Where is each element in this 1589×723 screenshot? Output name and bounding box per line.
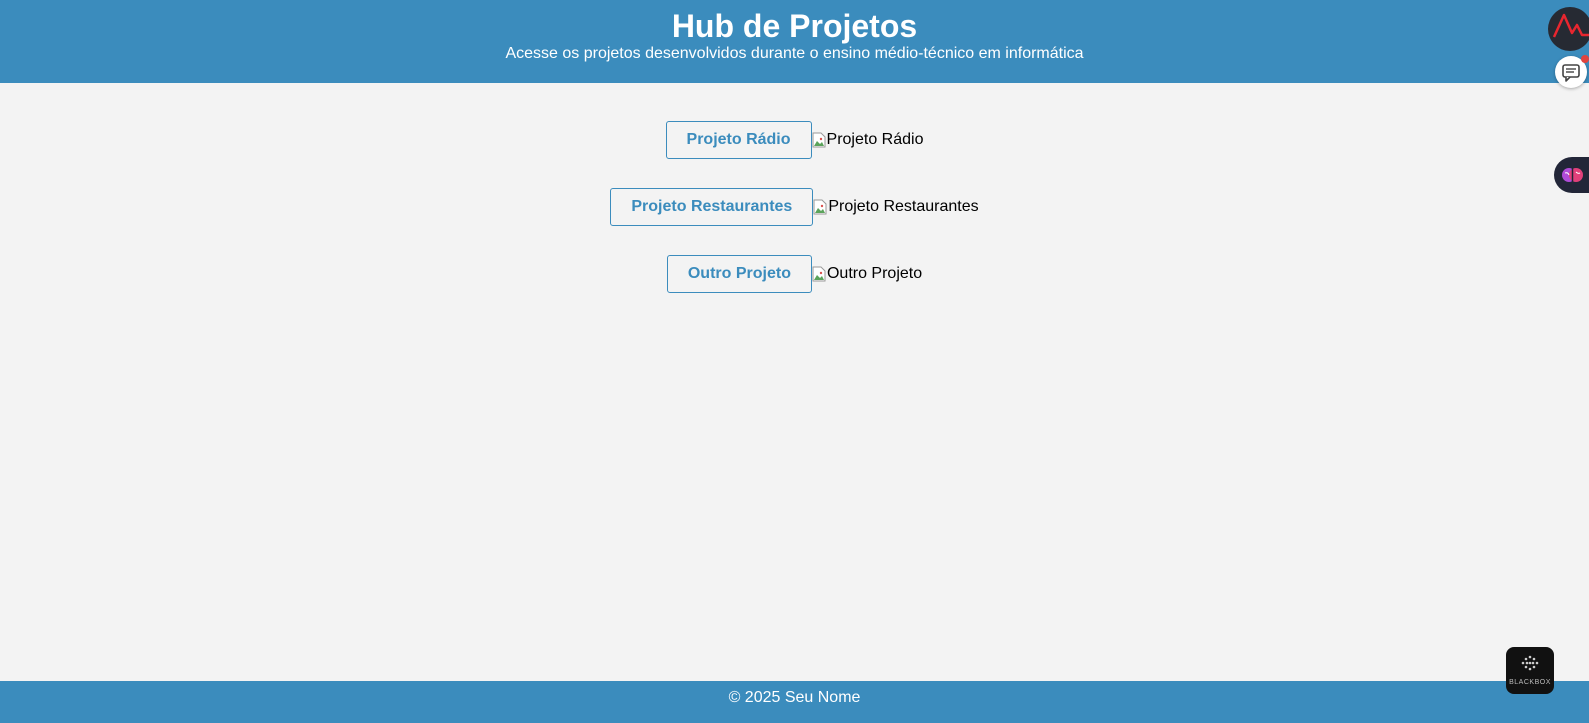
page-subtitle: Acesse os projetos desenvolvidos durante… — [505, 45, 1084, 62]
project-restaurantes-image-alt: Projeto Restaurantes — [828, 198, 979, 215]
project-outro-button[interactable]: Outro Projeto — [666, 255, 812, 293]
project-item-radio: Projeto Rádio Projeto Rádio — [0, 121, 1589, 159]
chat-extension-icon[interactable] — [1555, 55, 1589, 88]
pulse-extension-icon[interactable] — [1548, 7, 1589, 51]
blackbox-extension-icon[interactable]: BLACKBOX — [1506, 647, 1554, 694]
project-outro-image-alt: Outro Projeto — [826, 265, 923, 282]
blackbox-label: BLACKBOX — [1509, 679, 1551, 686]
brain-extension-icon[interactable] — [1554, 157, 1589, 193]
project-radio-image-alt: Projeto Rádio — [826, 131, 924, 148]
project-restaurantes-button[interactable]: Projeto Restaurantes — [610, 188, 814, 226]
project-radio-image[interactable]: Projeto Rádio — [812, 121, 924, 159]
page-title: Hub de Projetos — [671, 8, 918, 44]
broken-image-icon — [812, 132, 826, 148]
footer-copyright: © 2025 Seu Nome — [728, 689, 861, 706]
page-footer: © 2025 Seu Nome — [0, 681, 1589, 723]
project-item-outro: Outro Projeto Outro Projeto — [0, 255, 1589, 293]
project-item-restaurantes: Projeto Restaurantes Projeto Restaurante… — [0, 188, 1589, 226]
broken-image-icon — [813, 199, 827, 215]
project-outro-image[interactable]: Outro Projeto — [812, 255, 922, 293]
project-restaurantes-image[interactable]: Projeto Restaurantes — [813, 188, 979, 226]
project-radio-button[interactable]: Projeto Rádio — [665, 121, 812, 159]
notification-dot-icon — [1581, 55, 1589, 63]
broken-image-icon — [812, 266, 826, 282]
page-header: Hub de Projetos Acesse os projetos desen… — [0, 0, 1589, 83]
